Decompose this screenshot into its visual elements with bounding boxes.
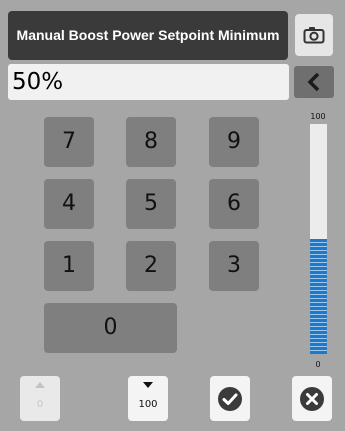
key-6[interactable]: 6 <box>209 179 259 229</box>
backspace-button[interactable] <box>294 66 334 98</box>
set-max-button[interactable]: 100 <box>128 376 168 421</box>
confirm-button[interactable] <box>210 376 250 421</box>
chevron-left-icon <box>307 72 320 92</box>
key-5[interactable]: 5 <box>126 179 176 229</box>
key-7[interactable]: 7 <box>44 117 94 167</box>
slider-max-label: 100 <box>310 112 326 121</box>
slider-min-label: 0 <box>315 360 321 369</box>
value-display: 50% <box>8 64 289 100</box>
camera-icon <box>303 27 325 44</box>
arrow-up-icon <box>35 382 45 388</box>
slider-fill <box>310 239 327 354</box>
key-8[interactable]: 8 <box>126 117 176 167</box>
screenshot-button[interactable] <box>295 14 333 56</box>
set-max-label: 100 <box>138 399 158 410</box>
key-2[interactable]: 2 <box>126 241 176 291</box>
key-1[interactable]: 1 <box>44 241 94 291</box>
set-min-button[interactable]: 0 <box>20 376 60 421</box>
set-min-label: 0 <box>36 399 44 410</box>
close-circle-icon <box>300 386 324 411</box>
key-4[interactable]: 4 <box>44 179 94 229</box>
dialog-title: Manual Boost Power Setpoint Minimum <box>8 11 288 60</box>
key-3[interactable]: 3 <box>209 241 259 291</box>
value-slider[interactable] <box>310 124 327 354</box>
key-9[interactable]: 9 <box>209 117 259 167</box>
arrow-down-icon <box>143 382 153 388</box>
check-circle-icon <box>218 386 242 411</box>
key-0[interactable]: 0 <box>44 303 177 353</box>
numeric-entry-dialog: Manual Boost Power Setpoint Minimum 50% … <box>0 0 345 431</box>
cancel-button[interactable] <box>292 376 332 421</box>
